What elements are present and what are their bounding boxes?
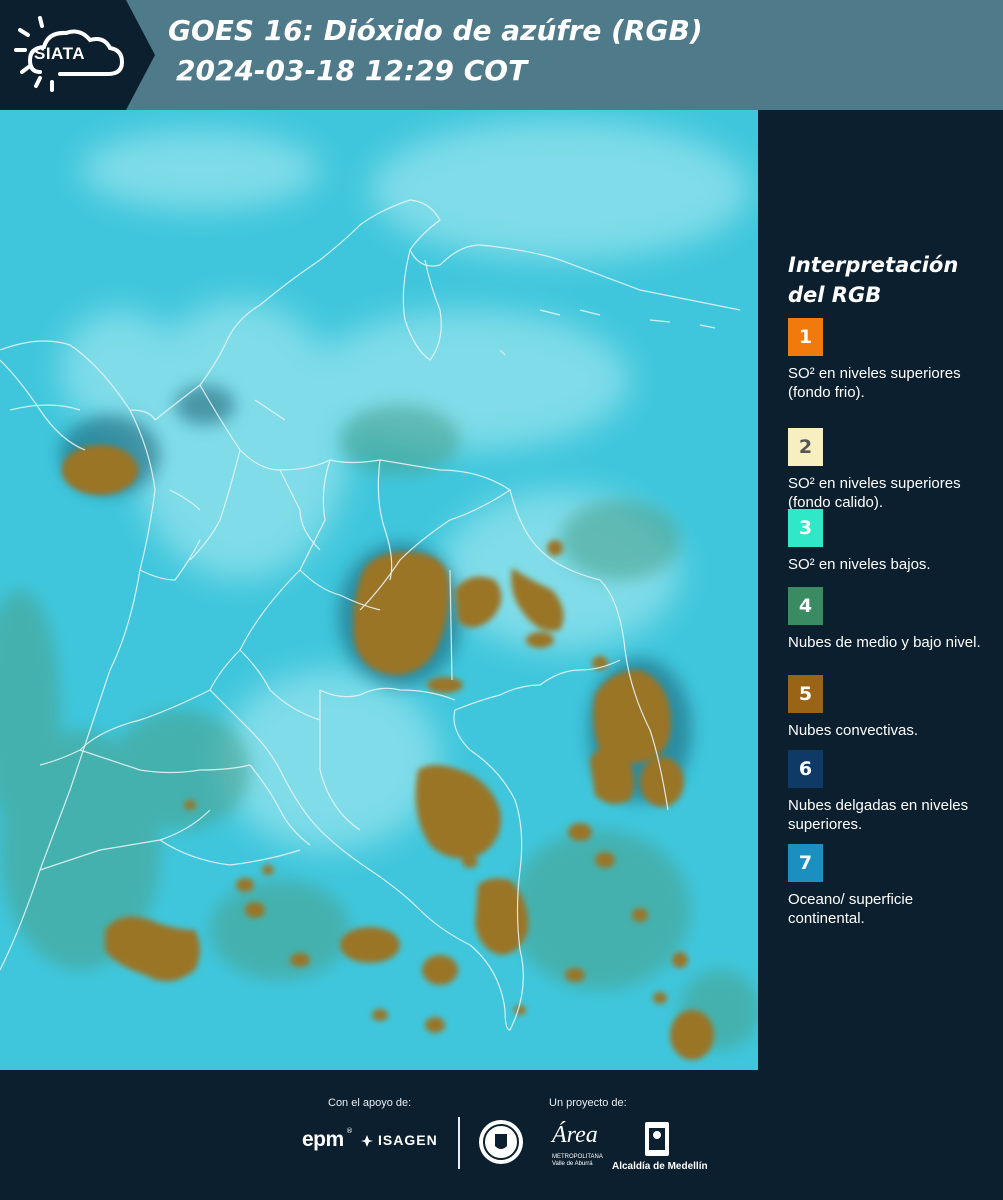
area-metropolitana-logo: Área xyxy=(552,1122,598,1148)
legend-swatch-2: 2 xyxy=(788,428,823,466)
support-label: Con el apoyo de: xyxy=(328,1097,412,1109)
legend-label-6: Nubes delgadas en niveles superiores. xyxy=(788,797,969,833)
satellite-map xyxy=(0,110,758,1070)
legend-item-2: 2 SO² en niveles superiores (fondo calido… xyxy=(788,428,998,512)
legend-swatch-4: 4 xyxy=(788,587,823,625)
legend-item-3: 3 SO² en niveles bajos. xyxy=(788,509,998,574)
isagen-icon xyxy=(361,1135,373,1147)
epm-logo: epm xyxy=(302,1128,344,1151)
project-label: Un proyecto de: xyxy=(549,1097,627,1109)
legend-swatch-6: 6 xyxy=(788,750,823,788)
legend-label-7: Oceano/ superficie continental. xyxy=(788,891,914,927)
isagen-logo: ISAGEN xyxy=(378,1132,438,1148)
legend-title: Interpretación del RGB xyxy=(788,253,959,307)
legend-item-6: 6 Nubes delgadas en niveles superiores. xyxy=(788,750,998,834)
legend-item-1: 1 SO² en niveles superiores (fondo frio). xyxy=(788,318,998,402)
legend-panel: Interpretación del RGB 1 SO² en niveles s… xyxy=(758,110,1003,1070)
legend-label-5: Nubes convectivas. xyxy=(788,722,919,739)
legend-label-2: SO² en niveles superiores (fondo calido)… xyxy=(788,475,961,511)
legend-swatch-1: 1 xyxy=(788,318,823,356)
legend-label-1: SO² en niveles superiores (fondo frio). xyxy=(788,365,961,401)
epm-registered-mark: ® xyxy=(346,1127,353,1135)
legend-item-7: 7 Oceano/ superficie continental. xyxy=(788,844,998,928)
footer-divider xyxy=(458,1117,460,1169)
legend-swatch-7: 7 xyxy=(788,844,823,882)
legend-label-3: SO² en niveles bajos. xyxy=(788,556,931,573)
alcaldia-medellin-logo: Alcaldía de Medellín xyxy=(612,1161,708,1172)
page-title: GOES 16: Dióxido de azúfre (RGB) xyxy=(168,14,703,47)
header-bar: SIATA GOES 16: Dióxido de azúfre (RGB) 2… xyxy=(0,0,1003,110)
alcaldia-shield-icon xyxy=(645,1122,669,1156)
legend-label-4: Nubes de medio y bajo nivel. xyxy=(788,634,981,651)
siata-logo: SIATA xyxy=(0,0,155,110)
area-metropolitana-subtitle: METROPOLITANA Valle de Aburrá xyxy=(552,1154,603,1167)
footer: Con el apoyo de: Un proyecto de: epm ® I… xyxy=(0,1070,1003,1200)
legend-item-4: 4 Nubes de medio y bajo nivel. xyxy=(788,587,998,652)
legend-item-5: 5 Nubes convectivas. xyxy=(788,675,998,740)
medellin-seal-icon xyxy=(479,1120,523,1164)
logo-text: SIATA xyxy=(34,44,85,63)
page-timestamp: 2024-03-18 12:29 COT xyxy=(176,54,528,87)
legend-swatch-3: 3 xyxy=(788,509,823,547)
legend-swatch-5: 5 xyxy=(788,675,823,713)
satellite-image xyxy=(0,110,758,1070)
